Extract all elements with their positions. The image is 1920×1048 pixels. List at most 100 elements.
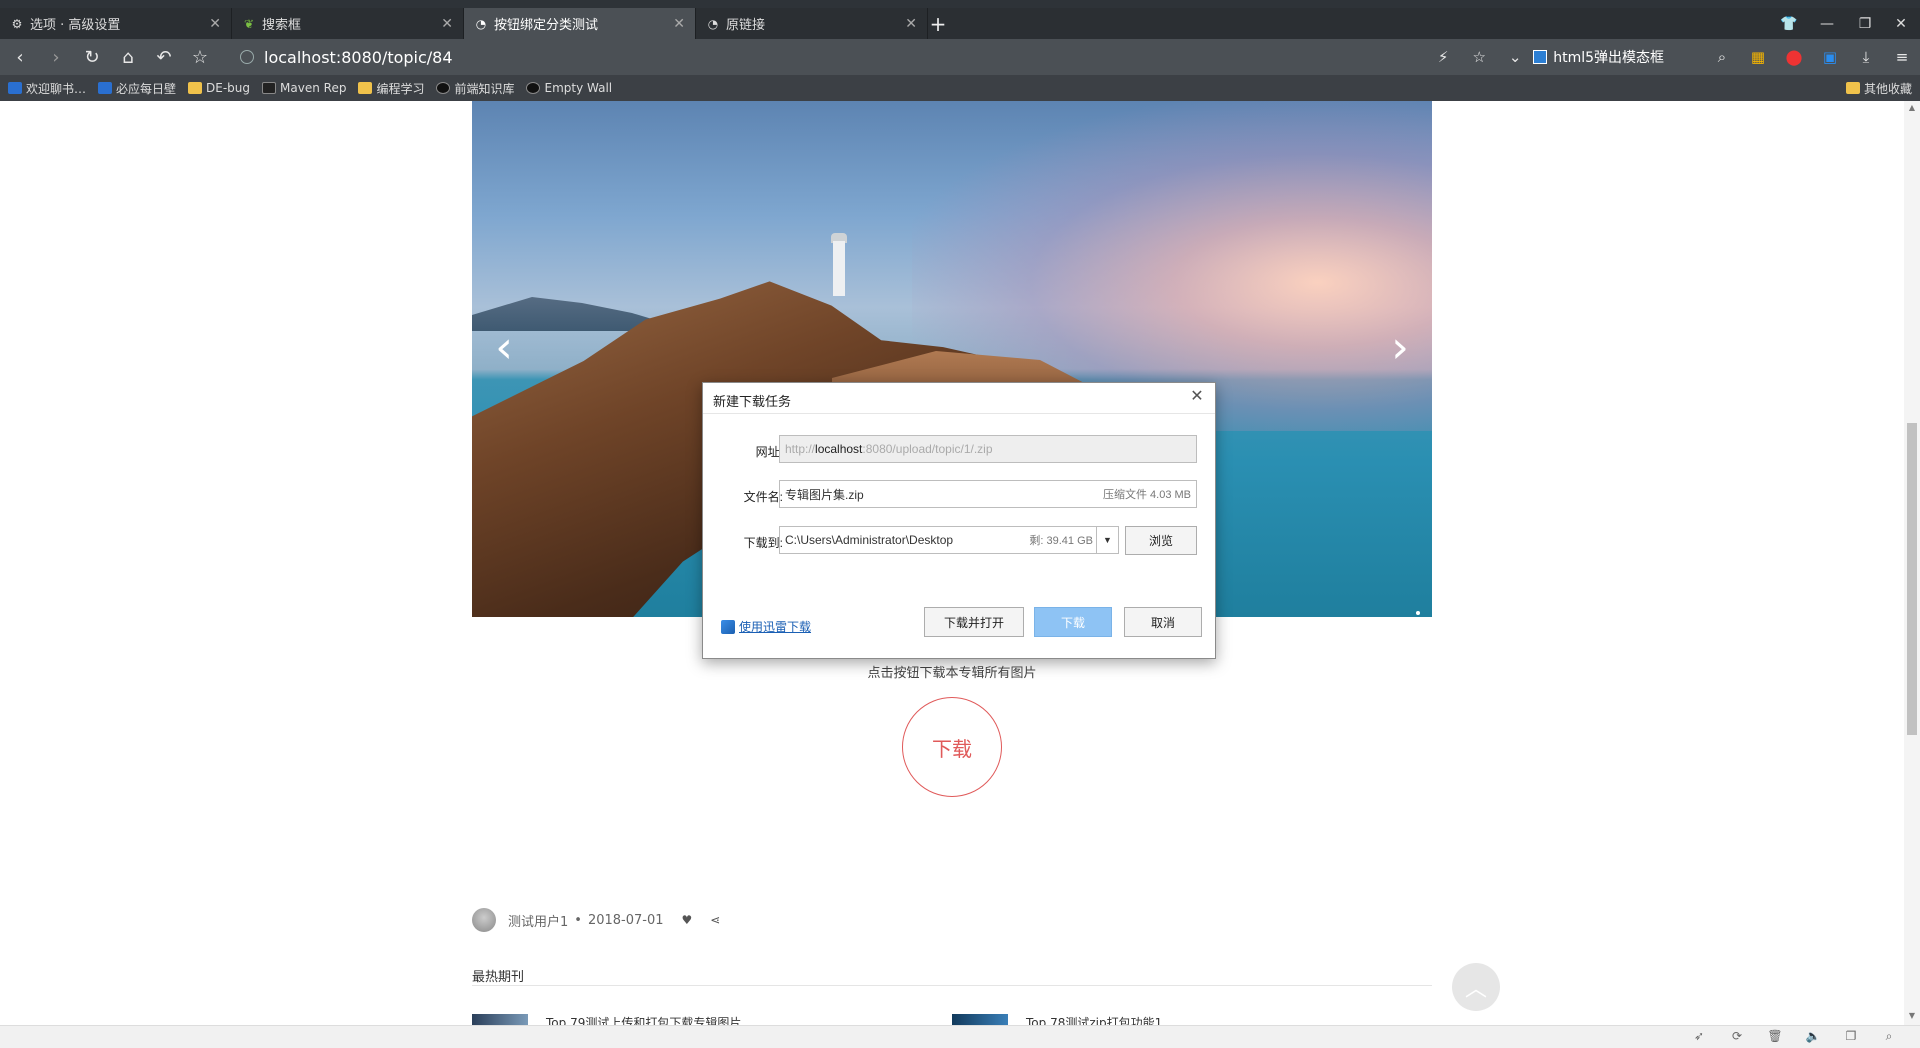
hot-item[interactable]: Top 78测试zip打包功能1 (952, 1014, 1162, 1025)
site-icon: ◔ (475, 16, 487, 31)
lightning-icon[interactable]: ⚡ (1425, 39, 1461, 75)
github-icon (526, 82, 541, 94)
bookmark-star-button[interactable]: ☆ (182, 39, 218, 75)
cancel-button[interactable]: 取消 (1124, 607, 1202, 637)
bookmark-item[interactable]: 欢迎聊书… (8, 80, 86, 97)
download-all-button[interactable]: 下载 (902, 697, 1002, 797)
bookmark-item[interactable]: Empty Wall (526, 81, 612, 95)
carousel-prev-button[interactable]: ‹ (484, 323, 524, 373)
browse-button[interactable]: 浏览 (1125, 526, 1197, 555)
other-bookmarks[interactable]: 其他收藏 (1845, 75, 1912, 101)
tab-title: 选项 · 高级设置 (30, 18, 121, 33)
save-path-field[interactable]: C:\Users\Administrator\Desktop 剩: 39.41 … (779, 526, 1119, 554)
close-tab-icon[interactable]: ✕ (209, 16, 221, 32)
bookmark-item[interactable]: 编程学习 (358, 80, 424, 97)
close-tab-icon[interactable]: ✕ (673, 16, 685, 32)
close-window-button[interactable]: ✕ (1882, 8, 1920, 39)
zoom-icon[interactable]: ⌕ (1879, 1029, 1899, 1047)
close-tab-icon[interactable]: ✕ (441, 16, 453, 32)
bookmark-item[interactable]: DE-bug (188, 81, 250, 95)
restore-button[interactable]: ❐ (1846, 8, 1884, 39)
site-icon: ◔ (707, 16, 719, 31)
close-icon[interactable]: ✕ (1187, 387, 1207, 407)
accelerate-icon[interactable]: ⟳ (1727, 1029, 1747, 1047)
window-top-strip (0, 0, 1920, 8)
bookmark-label: 编程学习 (376, 81, 425, 96)
hot-item-title[interactable]: Top 78测试zip打包功能1 (1026, 1014, 1162, 1025)
tab-original-link[interactable]: ◔ 原链接 ✕ (696, 8, 928, 39)
toolbar-right: ⚡ ☆ ⌄ html5弹出模态框 ⌕ ▦ ⬤ ▣ ⤓ ≡ (1425, 39, 1920, 75)
bookmark-label: 必应每日壁 (116, 81, 177, 96)
tab-settings[interactable]: ⚙ 选项 · 高级设置 ✕ (0, 8, 232, 39)
hot-item[interactable]: Top 79测试上传和打包下载专辑图片 (472, 1014, 741, 1025)
favorite-icon[interactable]: ☆ (1461, 39, 1497, 75)
site-info-icon[interactable] (240, 50, 254, 64)
folder-icon (1845, 82, 1860, 94)
address-text[interactable]: localhost:8080/topic/84 (264, 48, 453, 67)
skin-icon[interactable]: 👕 (1770, 8, 1808, 39)
url-rest: :8080/upload/topic/1/.zip (862, 442, 993, 456)
rocket-icon[interactable]: ➶ (1689, 1029, 1709, 1047)
carousel-indicator[interactable] (1416, 611, 1420, 615)
bookmark-label: DE-bug (206, 81, 251, 95)
back-button[interactable]: ‹ (2, 39, 38, 75)
folder-icon (188, 82, 203, 94)
tab-title: 搜索框 (262, 18, 302, 33)
filename-value[interactable]: 专辑图片集.zip (785, 486, 864, 503)
close-tab-icon[interactable]: ✕ (905, 16, 917, 32)
scroll-down-icon[interactable]: ▼ (1907, 1011, 1917, 1023)
back-to-top-button[interactable]: ︿ (1452, 963, 1500, 1011)
download-button[interactable]: 下载 (1034, 607, 1112, 637)
heart-icon[interactable]: ♥ (682, 913, 693, 927)
scrollbar-thumb[interactable] (1907, 423, 1917, 735)
author-name[interactable]: 测试用户1 (508, 911, 568, 930)
undo-close-button[interactable]: ↶ (146, 39, 182, 75)
thunder-label[interactable]: 使用迅雷下载 (739, 618, 811, 635)
new-tab-button[interactable]: + (924, 8, 952, 39)
page-scrollbar[interactable]: ▲ ▼ (1904, 101, 1920, 1025)
chevron-down-icon[interactable]: ▼ (1096, 527, 1118, 553)
filename-field[interactable]: 专辑图片集.zip 压缩文件 4.03 MB (779, 480, 1197, 508)
navigation-bar: ‹ › ↻ ⌂ ↶ ☆ localhost:8080/topic/84 ⚡ ☆ … (0, 39, 1920, 75)
window-icon[interactable]: ❐ (1841, 1029, 1861, 1047)
hot-item-thumbnail (952, 1014, 1008, 1025)
forward-button[interactable]: › (38, 39, 74, 75)
bookmark-item[interactable]: 前端知识库 (436, 80, 514, 97)
save-path-value[interactable]: C:\Users\Administrator\Desktop (785, 533, 953, 547)
trash-icon[interactable]: 🗑 (1765, 1029, 1785, 1047)
hot-item-title[interactable]: Top 79测试上传和打包下载专辑图片 (546, 1014, 741, 1025)
carousel-next-button[interactable]: › (1380, 323, 1420, 373)
download-hint: 点击按钮下载本专辑所有图片 (867, 665, 1037, 680)
share-icon[interactable]: ⋖ (710, 913, 720, 927)
dialog-title: 新建下载任务 (713, 394, 792, 409)
leaf-icon: ❦ (243, 16, 255, 31)
download-icon[interactable]: ⤓ (1848, 39, 1884, 75)
home-button[interactable]: ⌂ (110, 39, 146, 75)
path-label: 下载到: (743, 536, 783, 550)
tab-active[interactable]: ◔ 按钮绑定分类测试 ✕ (464, 8, 696, 39)
minimize-button[interactable]: — (1808, 8, 1846, 39)
sound-icon[interactable]: 🔈 (1803, 1029, 1823, 1047)
bookmark-item[interactable]: Maven Rep (262, 81, 346, 95)
tab-title: 按钮绑定分类测试 (494, 18, 599, 33)
search-icon[interactable]: ⌕ (1704, 39, 1740, 75)
bookmark-item[interactable]: 必应每日壁 (98, 80, 176, 97)
chevron-down-icon[interactable]: ⌄ (1497, 39, 1533, 75)
url-host: localhost (815, 442, 863, 456)
download-and-open-button[interactable]: 下载并打开 (924, 607, 1024, 637)
address-bar[interactable]: localhost:8080/topic/84 (240, 39, 1420, 75)
scroll-up-icon[interactable]: ▲ (1907, 103, 1917, 115)
reload-button[interactable]: ↻ (74, 39, 110, 75)
gear-icon: ⚙ (11, 16, 23, 31)
thunder-download-link[interactable]: 使用迅雷下载 (721, 618, 811, 635)
folder-icon (358, 82, 373, 94)
menu-icon[interactable]: ≡ (1884, 39, 1920, 75)
adblock-icon[interactable]: ⬤ (1776, 39, 1812, 75)
avatar[interactable] (472, 908, 496, 932)
apps-icon[interactable]: ▦ (1740, 39, 1776, 75)
github-icon (436, 82, 451, 94)
tab-search[interactable]: ❦ 搜索框 ✕ (232, 8, 464, 39)
extension-icon[interactable]: ▣ (1812, 39, 1848, 75)
quick-link[interactable]: html5弹出模态框 (1533, 47, 1664, 67)
filename-label: 文件名: (743, 490, 783, 504)
